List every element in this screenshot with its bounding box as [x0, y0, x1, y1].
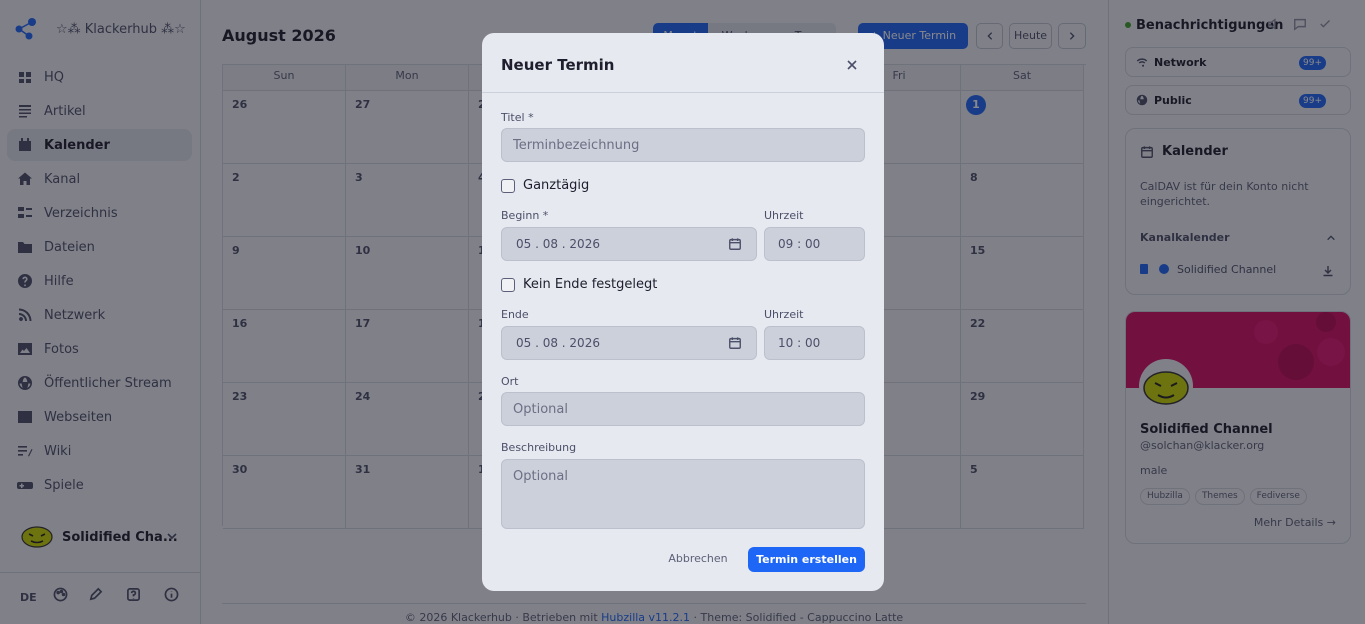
- allday-checkbox[interactable]: Ganztägig: [501, 178, 589, 193]
- end-date-input[interactable]: 05 . 08 . 2026: [501, 326, 757, 360]
- description-label: Beschreibung: [501, 441, 577, 454]
- end-time-input[interactable]: 10 : 00: [764, 326, 865, 360]
- create-event-button[interactable]: Termin erstellen: [748, 547, 865, 572]
- dialog-title: Neuer Termin: [501, 56, 615, 74]
- start-label: Beginn *: [501, 209, 549, 222]
- end-time-label: Uhrzeit: [764, 308, 804, 321]
- location-label: Ort: [501, 375, 519, 388]
- allday-label: Ganztägig: [523, 178, 590, 193]
- calendar-picker-icon[interactable]: [728, 237, 742, 251]
- end-label: Ende: [501, 308, 529, 321]
- title-input[interactable]: [501, 128, 865, 162]
- new-event-dialog: Neuer Termin Titel * Ganztägig Beginn * …: [482, 33, 884, 591]
- title-label: Titel *: [501, 111, 534, 124]
- no-end-checkbox-box[interactable]: [501, 277, 515, 292]
- end-date-value: 05 . 08 . 2026: [516, 336, 600, 350]
- location-input[interactable]: [501, 392, 865, 426]
- start-time-input[interactable]: 09 : 00: [764, 227, 865, 261]
- allday-checkbox-box[interactable]: [501, 178, 515, 193]
- no-end-label: Kein Ende festgelegt: [523, 277, 658, 292]
- description-textarea[interactable]: [501, 459, 865, 529]
- dialog-divider: [482, 92, 884, 93]
- calendar-picker-icon[interactable]: [728, 336, 742, 350]
- no-end-checkbox[interactable]: Kein Ende festgelegt: [501, 277, 657, 292]
- start-time-label: Uhrzeit: [764, 209, 804, 222]
- start-date-value: 05 . 08 . 2026: [516, 237, 600, 251]
- cancel-button[interactable]: Abbrechen: [665, 547, 731, 571]
- start-date-input[interactable]: 05 . 08 . 2026: [501, 227, 757, 261]
- close-icon[interactable]: [845, 58, 859, 72]
